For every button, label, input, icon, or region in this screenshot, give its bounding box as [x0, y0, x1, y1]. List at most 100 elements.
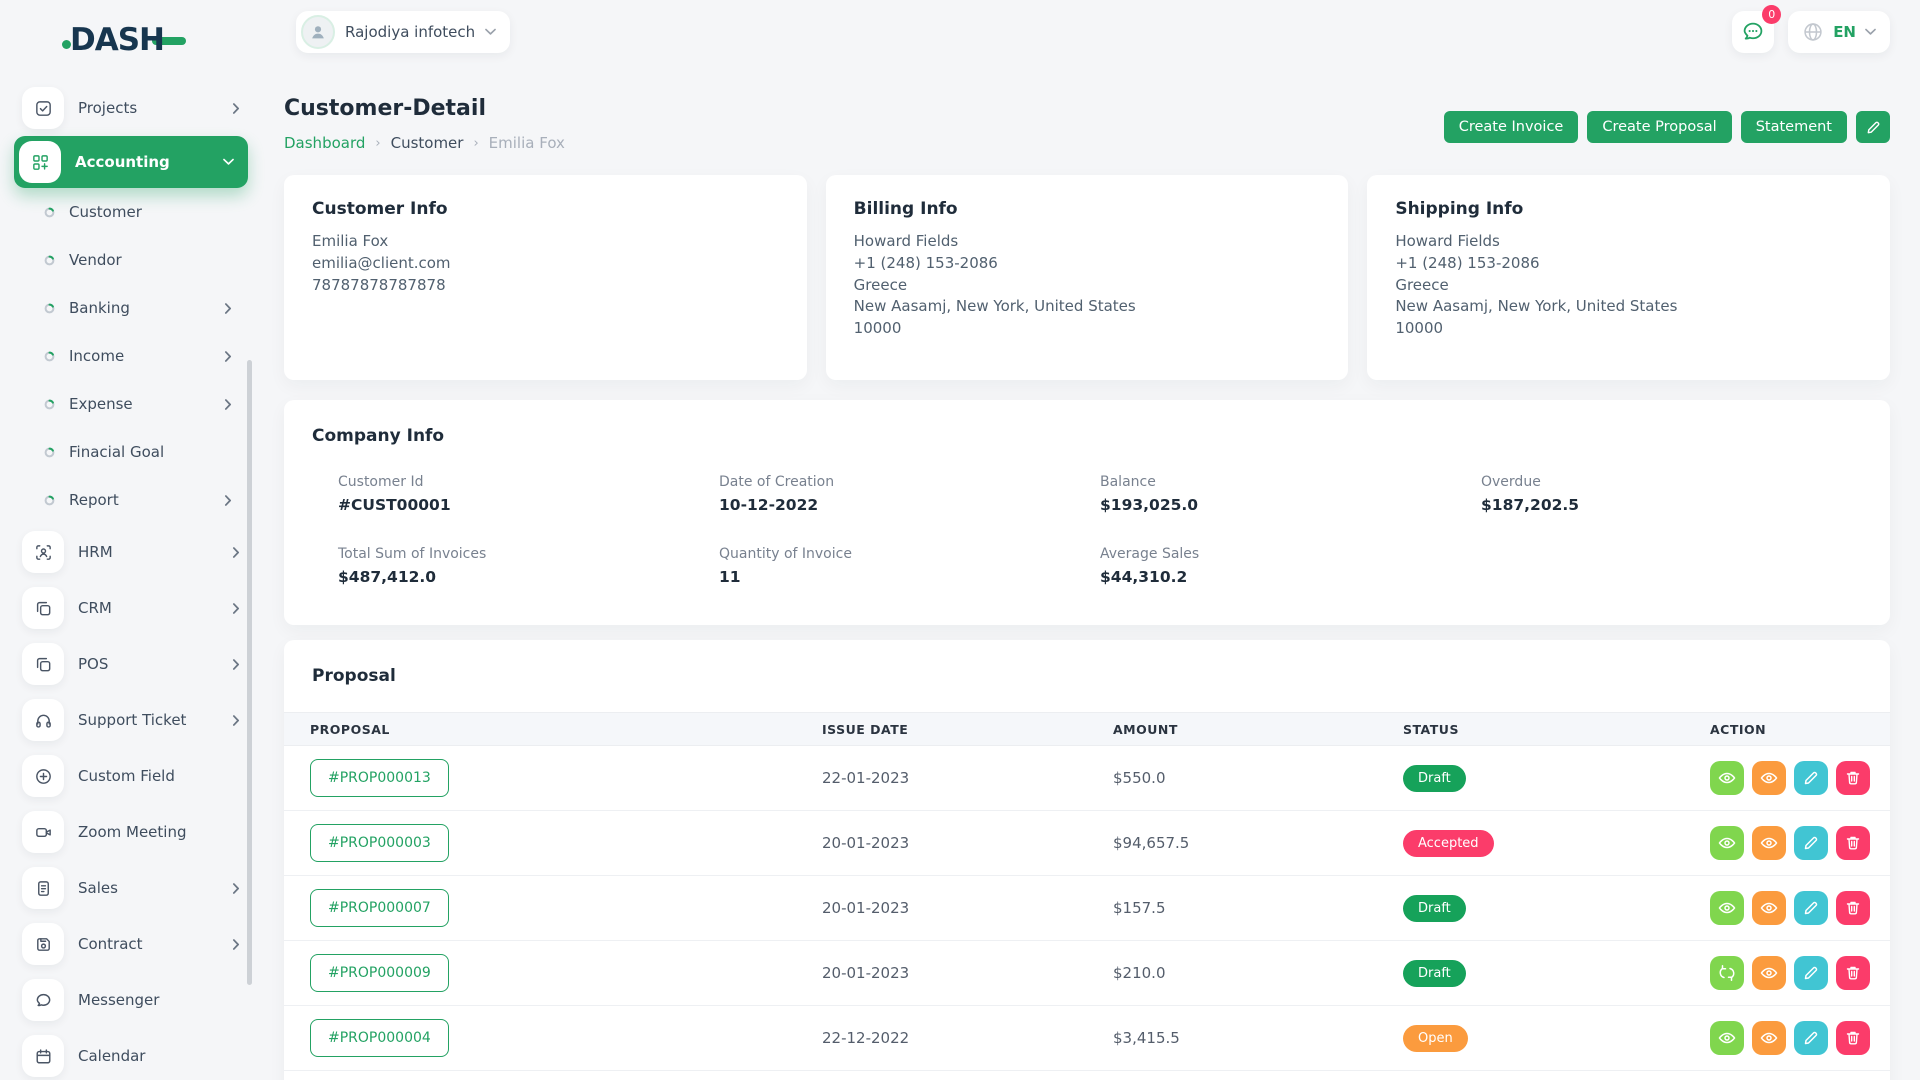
table-row: #PROP000004 22-12-2022 $3,415.5 Open: [284, 1006, 1890, 1071]
donut-icon: [44, 255, 55, 266]
sidebar-item-contract[interactable]: Contract: [14, 916, 248, 972]
pencil-icon: [1802, 964, 1820, 982]
sidebar-item-vendor[interactable]: Vendor: [14, 236, 248, 284]
proposal-id-link[interactable]: #PROP000013: [310, 759, 449, 797]
billing-country: Greece: [854, 275, 1321, 297]
trash-icon: [1844, 1029, 1862, 1047]
chevron-down-icon: [1865, 28, 1876, 36]
sidebar-item-messenger[interactable]: Messenger: [14, 972, 248, 1028]
sidebar-item-hrm[interactable]: HRM: [14, 524, 248, 580]
preview-button[interactable]: [1752, 826, 1786, 860]
eye-icon: [1760, 769, 1778, 787]
donut-icon: [44, 303, 55, 314]
proposal-id-link[interactable]: #PROP000003: [310, 824, 449, 862]
chat-bubble-icon: [22, 979, 64, 1021]
delete-button[interactable]: [1836, 761, 1870, 795]
shipping-zip: 10000: [1395, 318, 1862, 340]
sidebar-item-crm[interactable]: CRM: [14, 580, 248, 636]
table-row: #PROP000003 20-01-2023 $94,657.5 Accepte…: [284, 811, 1890, 876]
customer-name: Emilia Fox: [312, 231, 779, 253]
card-title: Customer Info: [312, 199, 779, 219]
sidebar-item-expense[interactable]: Expense: [14, 380, 248, 428]
calendar-icon: [22, 1035, 64, 1077]
sidebar-item-custom-field[interactable]: Custom Field: [14, 748, 248, 804]
logo-dot-icon: [62, 40, 71, 49]
proposal-id-link[interactable]: #PROP000009: [310, 954, 449, 992]
language-selector[interactable]: EN: [1788, 11, 1890, 53]
sidebar: Projects Accounting Customer Vendor Bank…: [14, 84, 248, 1080]
create-proposal-button[interactable]: Create Proposal: [1587, 111, 1731, 143]
sidebar-item-support-ticket[interactable]: Support Ticket: [14, 692, 248, 748]
field-overdue: Overdue $187,202.5: [1481, 474, 1862, 514]
sidebar-item-pos[interactable]: POS: [14, 636, 248, 692]
sidebar-item-finacial-goal[interactable]: Finacial Goal: [14, 428, 248, 476]
sidebar-item-calendar[interactable]: Calendar: [14, 1028, 248, 1080]
preview-button[interactable]: [1752, 956, 1786, 990]
edit-customer-button[interactable]: [1856, 111, 1890, 143]
edit-button[interactable]: [1794, 1021, 1828, 1055]
breadcrumb-customer[interactable]: Customer: [391, 134, 464, 152]
breadcrumb-dashboard[interactable]: Dashboard: [284, 134, 365, 152]
field-quantity-of-invoice: Quantity of Invoice 11: [719, 546, 1100, 586]
preview-button[interactable]: [1752, 761, 1786, 795]
delete-button[interactable]: [1836, 956, 1870, 990]
view-button[interactable]: [1710, 761, 1744, 795]
view-button[interactable]: [1710, 891, 1744, 925]
donut-icon: [44, 399, 55, 410]
edit-button[interactable]: [1794, 761, 1828, 795]
notifications-button[interactable]: 0: [1732, 11, 1774, 53]
delete-button[interactable]: [1836, 826, 1870, 860]
preview-button[interactable]: [1752, 1021, 1786, 1055]
convert-icon: [1718, 964, 1736, 982]
convert-button[interactable]: [1710, 956, 1744, 990]
video-camera-icon: [22, 811, 64, 853]
view-button[interactable]: [1710, 1021, 1744, 1055]
sidebar-item-customer[interactable]: Customer: [14, 188, 248, 236]
sidebar-item-income[interactable]: Income: [14, 332, 248, 380]
language-code: EN: [1833, 23, 1856, 41]
donut-icon: [44, 207, 55, 218]
sidebar-item-zoom-meeting[interactable]: Zoom Meeting: [14, 804, 248, 860]
workspace-selector[interactable]: Rajodiya infotech: [296, 11, 510, 53]
breadcrumb: Dashboard › Customer › Emilia Fox: [284, 134, 565, 152]
proposal-id-link[interactable]: #PROP000007: [310, 889, 449, 927]
shipping-name: Howard Fields: [1395, 231, 1862, 253]
field-customer-id: Customer Id #CUST00001: [338, 474, 719, 514]
billing-phone: +1 (248) 153-2086: [854, 253, 1321, 275]
chevron-right-icon: [224, 303, 232, 314]
issue-date: 20-01-2023: [822, 964, 1113, 982]
edit-button[interactable]: [1794, 826, 1828, 860]
proposal-title: Proposal: [284, 666, 1890, 686]
sidebar-item-accounting[interactable]: Accounting: [14, 136, 248, 188]
sidebar-item-sales[interactable]: Sales: [14, 860, 248, 916]
amount: $550.0: [1113, 769, 1403, 787]
chevron-right-icon: [232, 883, 240, 894]
trash-icon: [1844, 899, 1862, 917]
delete-button[interactable]: [1836, 891, 1870, 925]
proposal-id-link[interactable]: #PROP000004: [310, 1019, 449, 1057]
delete-button[interactable]: [1836, 1021, 1870, 1055]
eye-icon: [1760, 899, 1778, 917]
sidebar-item-banking[interactable]: Banking: [14, 284, 248, 332]
user-scan-icon: [22, 531, 64, 573]
eye-icon: [1718, 769, 1736, 787]
field-total-sum-of-invoices: Total Sum of Invoices $487,412.0: [338, 546, 719, 586]
view-button[interactable]: [1710, 826, 1744, 860]
edit-button[interactable]: [1794, 891, 1828, 925]
preview-button[interactable]: [1752, 891, 1786, 925]
edit-button[interactable]: [1794, 956, 1828, 990]
app-logo[interactable]: DASH: [70, 22, 186, 58]
statement-button[interactable]: Statement: [1741, 111, 1847, 143]
sidebar-scrollbar[interactable]: [247, 360, 252, 985]
shipping-info-card: Shipping Info Howard Fields +1 (248) 153…: [1367, 175, 1890, 380]
breadcrumb-current: Emilia Fox: [489, 134, 565, 152]
grid-plus-icon: [19, 141, 61, 183]
pencil-icon: [1802, 1029, 1820, 1047]
chevron-right-icon: [232, 659, 240, 670]
chevron-right-icon: [232, 715, 240, 726]
sidebar-item-projects[interactable]: Projects: [14, 84, 248, 132]
create-invoice-button[interactable]: Create Invoice: [1444, 111, 1579, 143]
status-badge: Draft: [1403, 765, 1466, 792]
globe-icon: [1802, 21, 1824, 43]
sidebar-item-report[interactable]: Report: [14, 476, 248, 524]
